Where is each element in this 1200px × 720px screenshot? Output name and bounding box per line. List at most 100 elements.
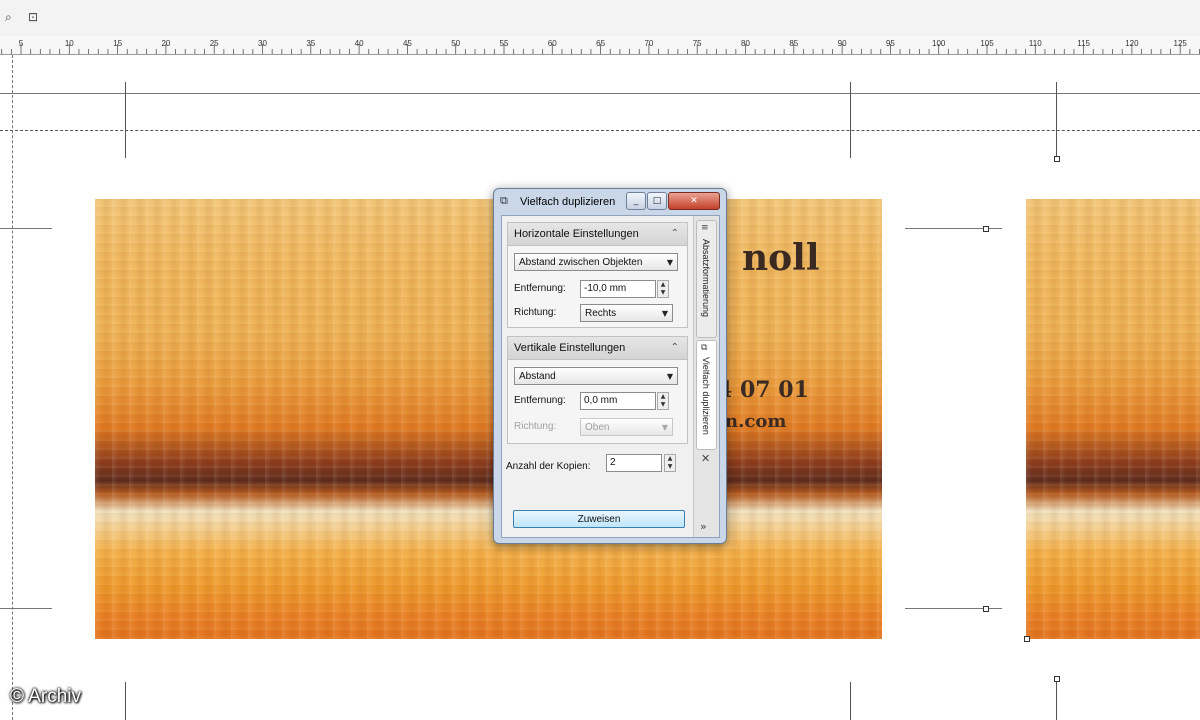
crop-mark xyxy=(125,82,126,158)
close-button[interactable]: ✕ xyxy=(668,192,720,210)
horizontal-mode-value: Abstand zwischen Objekten xyxy=(519,257,643,268)
ruler-label: 5 xyxy=(18,39,24,48)
horizontal-distance-input[interactable]: -10,0 mm xyxy=(580,280,656,298)
ruler-label: 10 xyxy=(64,39,74,48)
ruler-label: 50 xyxy=(451,39,461,48)
ruler-label: 25 xyxy=(209,39,219,48)
duplicate-dialog: ⧉ Vielfach duplizieren _ □ ✕ Horizontale… xyxy=(493,188,727,544)
ruler-label: 80 xyxy=(741,39,750,48)
vertical-direction-label: Richtung: xyxy=(514,421,557,432)
dropdown-arrow-icon: ▼ xyxy=(666,372,673,381)
ruler-label: 120 xyxy=(1125,39,1139,48)
copies-stepper[interactable]: ▲ ▼ xyxy=(664,454,676,472)
horizontal-direction-value: Rechts xyxy=(585,308,617,319)
horizontal-ruler[interactable]: 5 10 15 20 25 30 35 40 45 50 55 60 65 70 75 80 85 90 95 100… xyxy=(0,36,1200,55)
ruler-label: 65 xyxy=(596,39,606,48)
dropdown-arrow-icon: ▼ xyxy=(661,309,668,318)
docker-tabstrip: ≡ Absatzformatierung ⧉ Vielfach duplizie… xyxy=(693,216,719,537)
crop-mark xyxy=(1056,678,1057,720)
selection-handle[interactable] xyxy=(1054,676,1060,682)
horizontal-section-header[interactable]: Horizontale Einstellungen ⌃ xyxy=(508,223,687,246)
zoom-fit-icon[interactable]: ⊡ xyxy=(28,10,42,24)
ruler-label: 30 xyxy=(258,39,267,48)
guide-line xyxy=(0,130,1200,131)
crop-mark xyxy=(0,608,52,609)
stepper-down-icon[interactable]: ▼ xyxy=(658,401,668,409)
maximize-button[interactable]: □ xyxy=(647,192,667,210)
vertical-distance-input[interactable]: 0,0 mm xyxy=(580,392,656,410)
selection-handle[interactable] xyxy=(983,226,989,232)
stepper-down-icon[interactable]: ▼ xyxy=(665,463,675,471)
horizontal-section-title: Horizontale Einstellungen xyxy=(514,228,639,240)
tab-absatzformatierung[interactable]: ≡ Absatzformatierung xyxy=(696,220,717,338)
horizontal-mode-select[interactable]: Abstand zwischen Objekten ▼ xyxy=(514,253,678,271)
zoom-tool-icon[interactable]: ⌕ xyxy=(5,10,19,24)
horizontal-direction-label: Richtung: xyxy=(514,307,557,318)
ruler-label: 115 xyxy=(1077,39,1090,48)
business-card-copy[interactable] xyxy=(1026,199,1200,639)
horizontal-distance-stepper[interactable]: ▲ ▼ xyxy=(657,280,669,298)
paragraph-icon: ≡ xyxy=(701,223,709,233)
ruler-label: 110 xyxy=(1028,39,1042,48)
crop-mark xyxy=(850,682,851,720)
toolbar: ⌕ ⊡ xyxy=(0,0,1200,37)
vertical-section-title: Vertikale Einstellungen xyxy=(514,342,626,354)
tab-vielfach-duplizieren-label: Vielfach duplizieren xyxy=(701,357,711,435)
card-name-text: noll xyxy=(742,237,820,279)
horizontal-section: Horizontale Einstellungen ⌃ Abstand zwis… xyxy=(507,222,688,328)
vertical-mode-select[interactable]: Abstand ▼ xyxy=(514,367,678,385)
card-web-text: n.com xyxy=(725,411,787,432)
crop-mark xyxy=(1056,82,1057,158)
collapse-icon[interactable]: ⌃ xyxy=(671,337,679,359)
dialog-title: Vielfach duplizieren xyxy=(520,196,616,208)
stepper-up-icon[interactable]: ▲ xyxy=(658,393,668,401)
copyright-watermark: © Archiv xyxy=(10,686,82,707)
ruler-label: 20 xyxy=(161,39,171,48)
duplicate-icon: ⧉ xyxy=(701,343,708,353)
dialog-body: Horizontale Einstellungen ⌃ Abstand zwis… xyxy=(501,215,720,538)
ruler-label: 105 xyxy=(980,39,994,48)
close-icon[interactable]: ✕ xyxy=(701,452,710,465)
vertical-section-header[interactable]: Vertikale Einstellungen ⌃ xyxy=(508,337,687,360)
ruler-label: 45 xyxy=(402,39,412,48)
collapse-icon[interactable]: ⌃ xyxy=(671,223,679,245)
guide-line xyxy=(12,55,13,720)
tab-absatzformatierung-label: Absatzformatierung xyxy=(701,239,711,318)
business-card[interactable]: noll /4 07 01 n.com xyxy=(95,199,882,639)
guide-line xyxy=(0,93,1200,94)
ruler-label: 70 xyxy=(644,39,654,48)
horizontal-distance-label: Entfernung: xyxy=(514,283,566,294)
crop-mark xyxy=(125,682,126,720)
stepper-up-icon[interactable]: ▲ xyxy=(658,281,668,289)
copies-label: Anzahl der Kopien: xyxy=(506,461,591,472)
stepper-up-icon[interactable]: ▲ xyxy=(665,455,675,463)
dropdown-arrow-icon: ▼ xyxy=(666,258,673,267)
horizontal-direction-select[interactable]: Rechts ▼ xyxy=(580,304,673,322)
apply-button[interactable]: Zuweisen xyxy=(513,510,685,528)
ruler-label: 95 xyxy=(885,39,895,48)
selection-handle[interactable] xyxy=(983,606,989,612)
dropdown-arrow-icon: ▼ xyxy=(661,423,668,432)
ruler-label: 100 xyxy=(932,39,946,48)
ruler-label: 125 xyxy=(1173,39,1187,48)
crop-mark xyxy=(850,82,851,158)
expand-icon[interactable]: » xyxy=(700,520,707,533)
duplicate-icon: ⧉ xyxy=(500,194,508,207)
vertical-distance-label: Entfernung: xyxy=(514,395,566,406)
selection-handle[interactable] xyxy=(1054,156,1060,162)
settings-pane: Horizontale Einstellungen ⌃ Abstand zwis… xyxy=(502,216,692,537)
vertical-distance-stepper[interactable]: ▲ ▼ xyxy=(657,392,669,410)
ruler-label: 55 xyxy=(499,39,509,48)
ruler-label: 85 xyxy=(789,39,799,48)
ruler-label: 60 xyxy=(547,39,557,48)
selection-handle[interactable] xyxy=(1024,636,1030,642)
minimize-button[interactable]: _ xyxy=(626,192,646,210)
tab-vielfach-duplizieren[interactable]: ⧉ Vielfach duplizieren xyxy=(696,340,717,450)
vertical-direction-value: Oben xyxy=(585,422,610,433)
ruler-label: 35 xyxy=(306,39,316,48)
vertical-mode-value: Abstand xyxy=(519,371,556,382)
copies-input[interactable]: 2 xyxy=(606,454,662,472)
ruler-label: 15 xyxy=(113,39,123,48)
stepper-down-icon[interactable]: ▼ xyxy=(658,289,668,297)
ruler-label: 40 xyxy=(354,39,364,48)
